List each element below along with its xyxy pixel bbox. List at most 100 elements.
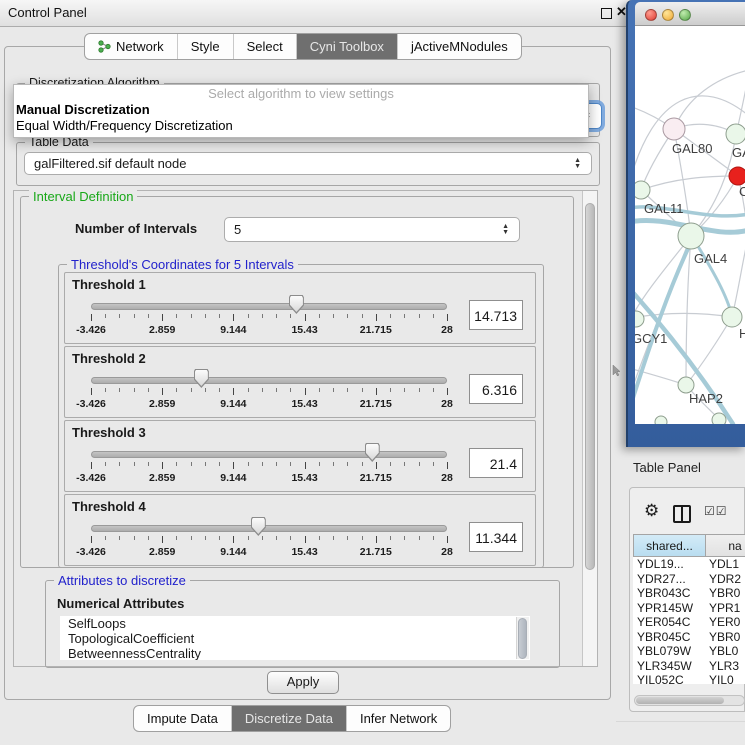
attribute-list-item[interactable]: SelfLoops [60,616,530,631]
network-node[interactable] [635,181,650,199]
tab-cyni-toolbox[interactable]: Cyni Toolbox [297,34,398,59]
table-row[interactable]: YPR145WYPR1 [633,601,745,616]
slider-tick [148,314,149,318]
network-node[interactable] [729,167,745,185]
tab-network[interactable]: Network [85,34,178,59]
table-row[interactable]: YDR27...YDR2 [633,572,745,587]
apply-button[interactable]: Apply [267,671,339,694]
network-node[interactable] [712,413,726,424]
network-window-titlebar[interactable] [635,2,745,26]
slider-thumb[interactable] [251,517,266,536]
table-row[interactable]: YBR045CYBR0 [633,630,745,645]
table-horizontal-scrollbar[interactable] [634,695,745,706]
table-row[interactable]: YDL19...YDL1 [633,557,745,572]
network-node[interactable] [663,118,685,140]
table-data-combobox[interactable]: galFiltered.sif default node ▲▼ [24,152,592,175]
slider-tick [191,536,192,540]
tab-impute-data[interactable]: Impute Data [134,706,232,731]
slider-tick [134,388,135,392]
tab-style[interactable]: Style [178,34,234,59]
slider-tick [276,388,277,392]
slider-thumb[interactable] [365,443,380,462]
control-panel-titlebar: Control Panel ✕ [0,0,640,27]
algorithm-option-equal-width[interactable]: Equal Width/Frequency Discretization [14,118,588,134]
gear-icon[interactable]: ⚙ [644,501,659,521]
table-row[interactable]: YLR345WYLR3 [633,659,745,674]
slider-tick [376,388,377,395]
network-node-label: C [739,184,745,199]
scrollbar-thumb[interactable] [518,618,527,659]
number-of-intervals-label: Number of Intervals [75,221,197,236]
algorithm-option-manual[interactable]: Manual Discretization [14,102,588,118]
tab-select[interactable]: Select [234,34,297,59]
cell-name: YBR0 [705,586,740,601]
scrollbar-thumb[interactable] [585,203,595,570]
network-node[interactable] [726,124,745,144]
slider-tick [248,536,249,540]
network-node[interactable] [722,307,742,327]
network-node[interactable] [678,223,704,249]
threshold-label: Threshold 2 [72,351,146,366]
list-scrollbar[interactable] [516,617,529,659]
slider-tick [119,536,120,540]
split-columns-icon[interactable] [673,505,691,523]
network-edge [691,236,732,317]
threshold-value-field[interactable]: 14.713 [469,300,523,330]
table-row[interactable]: YBR043CYBR0 [633,586,745,601]
numerical-attributes-list[interactable]: SelfLoopsTopologicalCoefficientBetweenne… [60,616,530,660]
attribute-list-item[interactable]: BetweennessCentrality [60,646,530,660]
slider-tick [219,462,220,466]
scrollbar-thumb[interactable] [636,697,724,704]
slider-tick-labels: -3.4262.8599.14415.4321.71528 [91,398,447,410]
tab-jactivemnodules[interactable]: jActiveMNodules [398,34,521,59]
tick-label: 2.859 [149,472,175,484]
threshold-value-field[interactable]: 21.4 [469,448,523,478]
slider-track[interactable] [91,451,447,458]
thresholds-group-title: Threshold's Coordinates for 5 Intervals [67,257,298,272]
tick-label: 15.43 [291,324,317,336]
float-window-icon[interactable] [601,8,612,19]
network-canvas[interactable]: GAL80GACGAL11GAL4GCY1HHAP2 [635,26,745,424]
network-node[interactable] [655,416,667,424]
slider-tick [219,388,220,392]
tick-label: -3.426 [76,546,106,558]
tab-infer-network[interactable]: Infer Network [347,706,450,731]
tick-label: -3.426 [76,472,106,484]
close-traffic-light[interactable] [645,9,657,21]
column-header-name[interactable]: na [705,534,745,557]
threshold-value-field[interactable]: 6.316 [469,374,523,404]
threshold-value-field[interactable]: 11.344 [469,522,523,552]
slider-tick [91,388,92,395]
numerical-attributes-heading: Numerical Attributes [57,596,184,611]
network-node-label: GAL4 [694,251,727,266]
slider-tick [376,462,377,469]
settings-vertical-scrollbar[interactable] [582,191,597,666]
slider-track[interactable] [91,377,447,384]
slider-track[interactable] [91,303,447,310]
slider-track[interactable] [91,525,447,532]
slider-tick [390,314,391,318]
slider-tick [319,314,320,318]
column-header-shared-name[interactable]: shared... [633,534,706,557]
threshold-label: Threshold 4 [72,499,146,514]
slider-tick [105,462,106,466]
table-row[interactable]: YIL052CYIL0 [633,673,745,684]
tab-discretize-data[interactable]: Discretize Data [232,706,347,731]
minimize-traffic-light[interactable] [662,9,674,21]
slider-thumb[interactable] [194,369,209,388]
cell-name: YBR0 [705,630,740,645]
attribute-list-item[interactable]: TopologicalCoefficient [60,631,530,646]
slider-tick [91,462,92,469]
network-node[interactable] [635,311,644,327]
tick-label: -3.426 [76,398,106,410]
zoom-traffic-light[interactable] [679,9,691,21]
table-row[interactable]: YBL079WYBL0 [633,644,745,659]
slider-tick-labels: -3.4262.8599.14415.4321.71528 [91,324,447,336]
number-of-intervals-combobox[interactable]: 5 ▲▼ [224,217,520,242]
cell-shared-name: YBR043C [633,586,705,601]
checkbox-columns-icon[interactable]: ☑☑ [704,504,728,518]
slider-tick [219,314,220,318]
table-row[interactable]: YER054CYER0 [633,615,745,630]
slider-tick [162,388,163,395]
slider-thumb[interactable] [289,295,304,314]
